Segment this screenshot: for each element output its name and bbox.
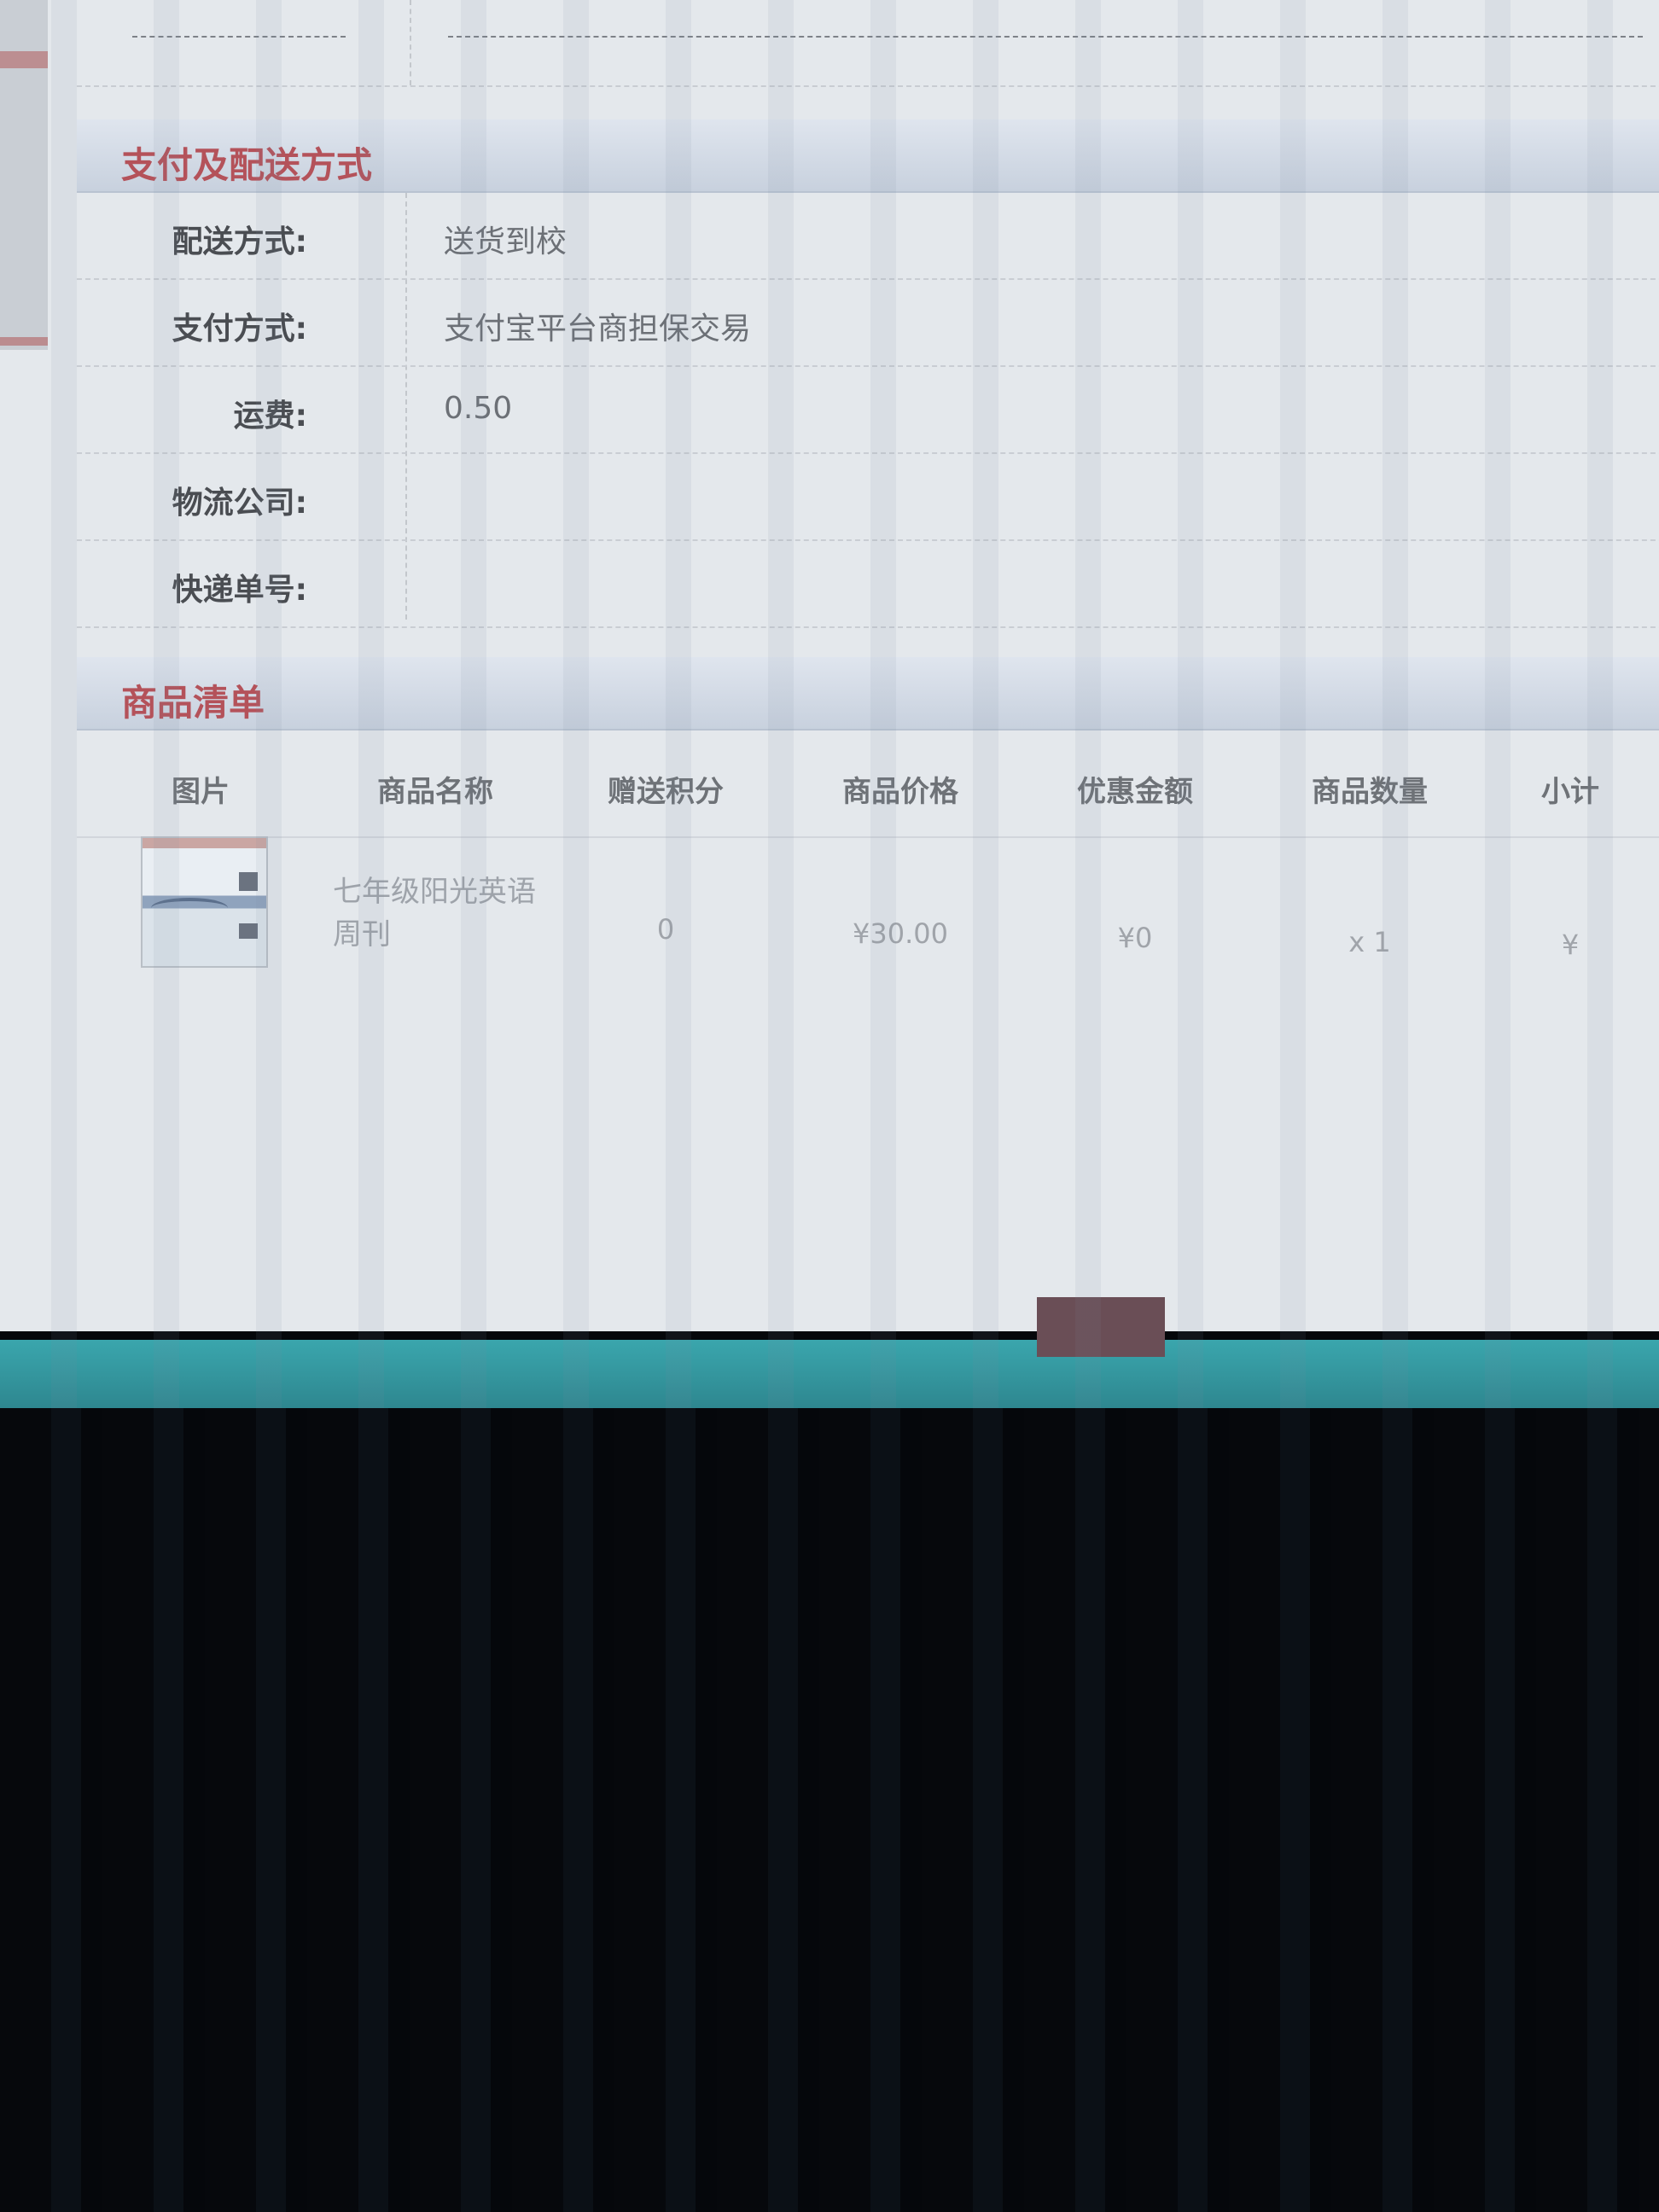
table-row: 七年级阳光英语周刊 0 ¥30.00 ¥0 x 1 ¥	[77, 836, 1659, 1007]
monitor-bezel-dark-area	[0, 1408, 1659, 2212]
product-price: ¥30.00	[853, 917, 948, 950]
left-sidebar-edge	[0, 0, 48, 350]
footer-button[interactable]	[1037, 1297, 1165, 1357]
tracking-number-label: 快递单号:	[172, 573, 307, 608]
shipping-fee-value: 0.50	[444, 391, 513, 426]
column-image: 图片	[172, 775, 230, 809]
column-price: 商品价格	[842, 775, 958, 809]
payment-shipping-title: 支付及配送方式	[121, 144, 373, 186]
column-product-name: 商品名称	[377, 775, 493, 809]
payment-method-label: 支付方式:	[172, 311, 307, 346]
product-name-link[interactable]: 七年级阳光英语周刊	[333, 870, 563, 956]
product-quantity: x 1	[1348, 926, 1391, 958]
payment-shipping-header: 支付及配送方式	[77, 119, 1659, 193]
logistics-company-row: 物流公司:	[77, 454, 1659, 541]
shipping-method-value: 送货到校	[444, 224, 568, 259]
payment-shipping-table: 配送方式: 送货到校 支付方式: 支付宝平台商担保交易 运费: 0.50 物流公…	[77, 193, 1659, 628]
column-quantity: 商品数量	[1312, 775, 1428, 809]
goods-list-title: 商品清单	[121, 682, 265, 724]
column-discount: 优惠金额	[1077, 775, 1193, 809]
column-subtotal: 小计	[1541, 775, 1599, 809]
product-discount: ¥0	[1117, 922, 1153, 954]
goods-table-header: 图片 商品名称 赠送积分 商品价格 优惠金额 商品数量 小计	[77, 742, 1659, 838]
product-points: 0	[656, 913, 675, 946]
payment-method-row: 支付方式: 支付宝平台商担保交易	[77, 280, 1659, 367]
previous-section-row	[77, 0, 1659, 87]
shipping-method-label: 配送方式:	[172, 224, 307, 259]
order-detail-content: 支付及配送方式 配送方式: 送货到校 支付方式: 支付宝平台商担保交易 运费: …	[77, 0, 1659, 1331]
monitor-screen: 支付及配送方式 配送方式: 送货到校 支付方式: 支付宝平台商担保交易 运费: …	[0, 0, 1659, 1331]
tracking-number-row: 快递单号:	[77, 541, 1659, 628]
payment-method-value: 支付宝平台商担保交易	[444, 311, 752, 346]
goods-list-header: 商品清单	[77, 657, 1659, 731]
shipping-fee-row: 运费: 0.50	[77, 367, 1659, 454]
shipping-fee-label: 运费:	[233, 399, 307, 434]
column-bonus-points: 赠送积分	[608, 775, 724, 809]
logistics-company-label: 物流公司:	[172, 486, 307, 521]
product-thumbnail[interactable]	[141, 836, 268, 968]
shipping-method-row: 配送方式: 送货到校	[77, 193, 1659, 280]
product-subtotal: ¥	[1561, 928, 1580, 961]
